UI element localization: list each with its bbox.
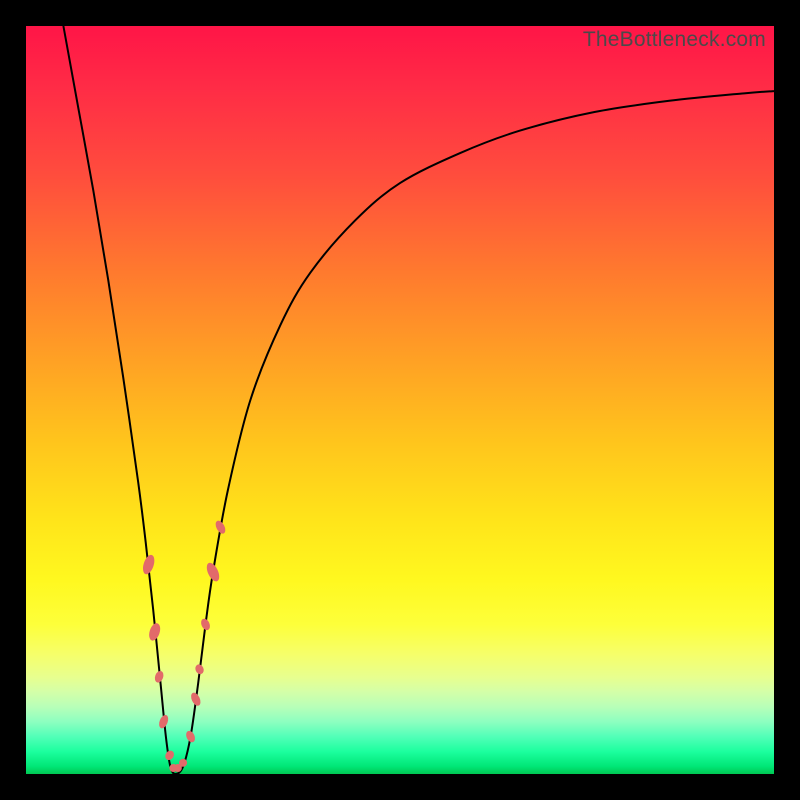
marker-group [141,519,227,772]
data-marker [147,622,162,642]
data-marker [214,519,228,535]
data-marker [184,729,196,743]
data-marker [194,663,205,675]
chart-overlay [26,26,774,774]
data-marker [163,749,175,762]
bottleneck-curve [63,26,774,774]
data-marker [199,617,211,631]
data-marker [157,714,170,730]
chart-frame: TheBottleneck.com [0,0,800,800]
data-marker [141,554,157,576]
data-marker [189,691,202,707]
plot-area: TheBottleneck.com [26,26,774,774]
data-marker [204,561,222,583]
data-marker [153,670,165,684]
